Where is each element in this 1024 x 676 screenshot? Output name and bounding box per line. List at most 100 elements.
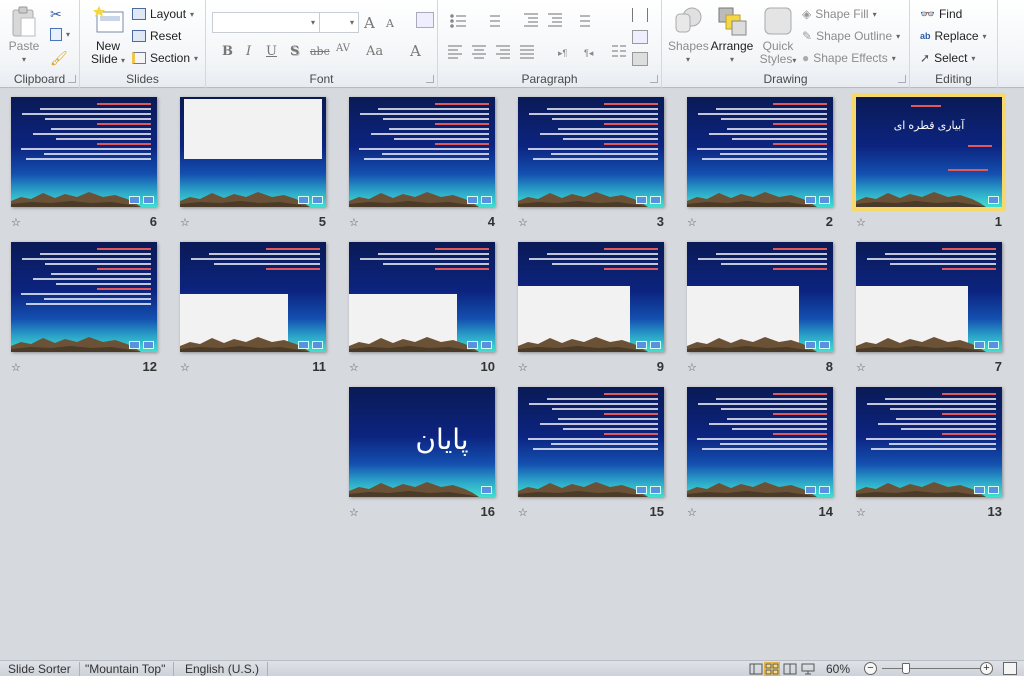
transition-star-icon[interactable]: ☆: [349, 216, 359, 229]
status-language[interactable]: English (U.S.): [177, 662, 269, 676]
transition-star-icon[interactable]: ☆: [518, 506, 528, 519]
slide-preview[interactable]: [349, 97, 495, 207]
transition-star-icon[interactable]: ☆: [11, 361, 21, 374]
slide-thumbnail[interactable]: [11, 242, 157, 352]
transition-star-icon[interactable]: ☆: [687, 216, 697, 229]
transition-star-icon[interactable]: ☆: [180, 216, 190, 229]
shadow-button[interactable]: S: [290, 44, 299, 59]
transition-star-icon[interactable]: ☆: [349, 506, 359, 519]
shape-effects-button[interactable]: ● Shape Effects ▾: [802, 51, 896, 65]
slide-thumbnail[interactable]: [856, 387, 1002, 497]
underline-button[interactable]: U: [266, 44, 277, 59]
slide-thumbnail[interactable]: پایان: [349, 387, 495, 497]
clipboard-launcher-icon[interactable]: [68, 75, 76, 83]
slide-preview[interactable]: [687, 97, 833, 207]
new-slide-button[interactable]: New Slide ▾: [86, 6, 130, 67]
slide-preview[interactable]: [518, 242, 664, 352]
slide-thumbnail[interactable]: [687, 97, 833, 207]
slide-show-button[interactable]: [800, 662, 816, 676]
paragraph-launcher-icon[interactable]: [650, 75, 658, 83]
paragraph-icons[interactable]: ▸¶ ¶◂: [448, 12, 648, 62]
slide-preview[interactable]: [856, 387, 1002, 497]
shape-fill-button[interactable]: ◈ Shape Fill ▾: [802, 7, 877, 21]
text-direction-icon[interactable]: [632, 8, 648, 22]
transition-star-icon[interactable]: ☆: [11, 216, 21, 229]
cut-button[interactable]: ✂: [50, 6, 62, 23]
slide-preview[interactable]: [11, 97, 157, 207]
slide-thumbnail[interactable]: [11, 97, 157, 207]
slide-preview[interactable]: [11, 242, 157, 352]
transition-star-icon[interactable]: ☆: [349, 361, 359, 374]
slide-preview[interactable]: [856, 242, 1002, 352]
layout-button[interactable]: Layout ▾: [132, 7, 194, 21]
slide-thumbnail[interactable]: [518, 97, 664, 207]
zoom-level[interactable]: 60%: [826, 662, 850, 676]
slide-thumbnail[interactable]: [518, 387, 664, 497]
slide-thumbnail[interactable]: آبیاری قطره ای: [852, 93, 1006, 211]
grow-font-button[interactable]: A: [364, 14, 375, 32]
status-theme[interactable]: "Mountain Top": [77, 662, 175, 676]
transition-star-icon[interactable]: ☆: [687, 361, 697, 374]
slide-preview[interactable]: [518, 387, 664, 497]
bold-button[interactable]: B: [222, 44, 233, 59]
fit-to-window-icon[interactable]: [1003, 662, 1017, 675]
transition-star-icon[interactable]: ☆: [856, 506, 866, 519]
align-text-icon[interactable]: [632, 30, 648, 44]
slide-thumbnail[interactable]: [856, 242, 1002, 352]
slide-thumbnail[interactable]: [518, 242, 664, 352]
shrink-font-button[interactable]: A: [386, 17, 394, 30]
arrange-button[interactable]: Arrange ▾: [708, 6, 756, 66]
format-painter-button[interactable]: 🖌: [50, 50, 68, 67]
transition-star-icon[interactable]: ☆: [856, 361, 866, 374]
clear-formatting-icon[interactable]: [416, 12, 434, 28]
slide-preview[interactable]: [518, 97, 664, 207]
slide-thumbnail[interactable]: [349, 242, 495, 352]
replace-button[interactable]: ab Replace ▾: [920, 29, 987, 43]
zoom-slider-thumb[interactable]: [902, 663, 910, 674]
copy-button[interactable]: ▾: [50, 28, 70, 41]
slide-preview[interactable]: [687, 242, 833, 352]
transition-star-icon[interactable]: ☆: [687, 506, 697, 519]
reset-button[interactable]: Reset: [132, 29, 181, 43]
slide-preview[interactable]: [687, 387, 833, 497]
slide-thumbnail[interactable]: [687, 387, 833, 497]
drawing-launcher-icon[interactable]: [898, 75, 906, 83]
font-size-combo[interactable]: ▾: [319, 12, 359, 33]
shape-outline-button[interactable]: ✎ Shape Outline ▾: [802, 29, 900, 43]
find-button[interactable]: 👓 Find: [920, 7, 962, 21]
font-color-button[interactable]: A: [410, 42, 421, 60]
action-button-icon: [819, 486, 830, 494]
slide-preview[interactable]: [349, 242, 495, 352]
slide-thumbnail[interactable]: [180, 97, 326, 207]
reading-view-button[interactable]: [782, 662, 798, 676]
change-case-button[interactable]: Aa: [366, 44, 383, 59]
slide-preview[interactable]: آبیاری قطره ای: [852, 93, 1006, 211]
zoom-out-button[interactable]: −: [864, 662, 877, 675]
smartart-icon[interactable]: [632, 52, 648, 66]
character-spacing-button[interactable]: AV: [336, 43, 350, 54]
zoom-slider-track[interactable]: [882, 668, 982, 669]
slide-thumbnail[interactable]: [180, 242, 326, 352]
transition-star-icon[interactable]: ☆: [518, 361, 528, 374]
transition-star-icon[interactable]: ☆: [518, 216, 528, 229]
slide-sorter-view-button[interactable]: [764, 662, 780, 676]
quick-styles-button[interactable]: Quick Styles▾: [758, 6, 798, 67]
paste-button[interactable]: Paste ▾: [4, 6, 44, 66]
slide-thumbnail[interactable]: [349, 97, 495, 207]
slide-sorter-pane[interactable]: آبیاری قطره ای 1 ☆ 2 ☆ 3 ☆ 4 ☆ 5 ☆ 6 ☆ 7 ☆ 8 ☆ 9 ☆ 10 ☆ 11 ☆ 12…: [0, 89, 1024, 660]
slide-thumbnail[interactable]: [687, 242, 833, 352]
transition-star-icon[interactable]: ☆: [856, 216, 866, 229]
font-name-combo[interactable]: ▾: [212, 12, 320, 33]
slide-preview[interactable]: پایان: [349, 387, 495, 497]
select-button[interactable]: ➚ Select ▾: [920, 51, 975, 65]
slide-preview[interactable]: [180, 97, 326, 207]
strikethrough-button[interactable]: abc: [310, 45, 330, 58]
slide-preview[interactable]: [180, 242, 326, 352]
italic-button[interactable]: I: [246, 44, 251, 59]
shapes-button[interactable]: Shapes ▾: [668, 6, 709, 66]
zoom-in-button[interactable]: +: [980, 662, 993, 675]
transition-star-icon[interactable]: ☆: [180, 361, 190, 374]
normal-view-button[interactable]: [748, 662, 764, 676]
section-button[interactable]: Section ▾: [132, 51, 198, 65]
font-launcher-icon[interactable]: [426, 75, 434, 83]
